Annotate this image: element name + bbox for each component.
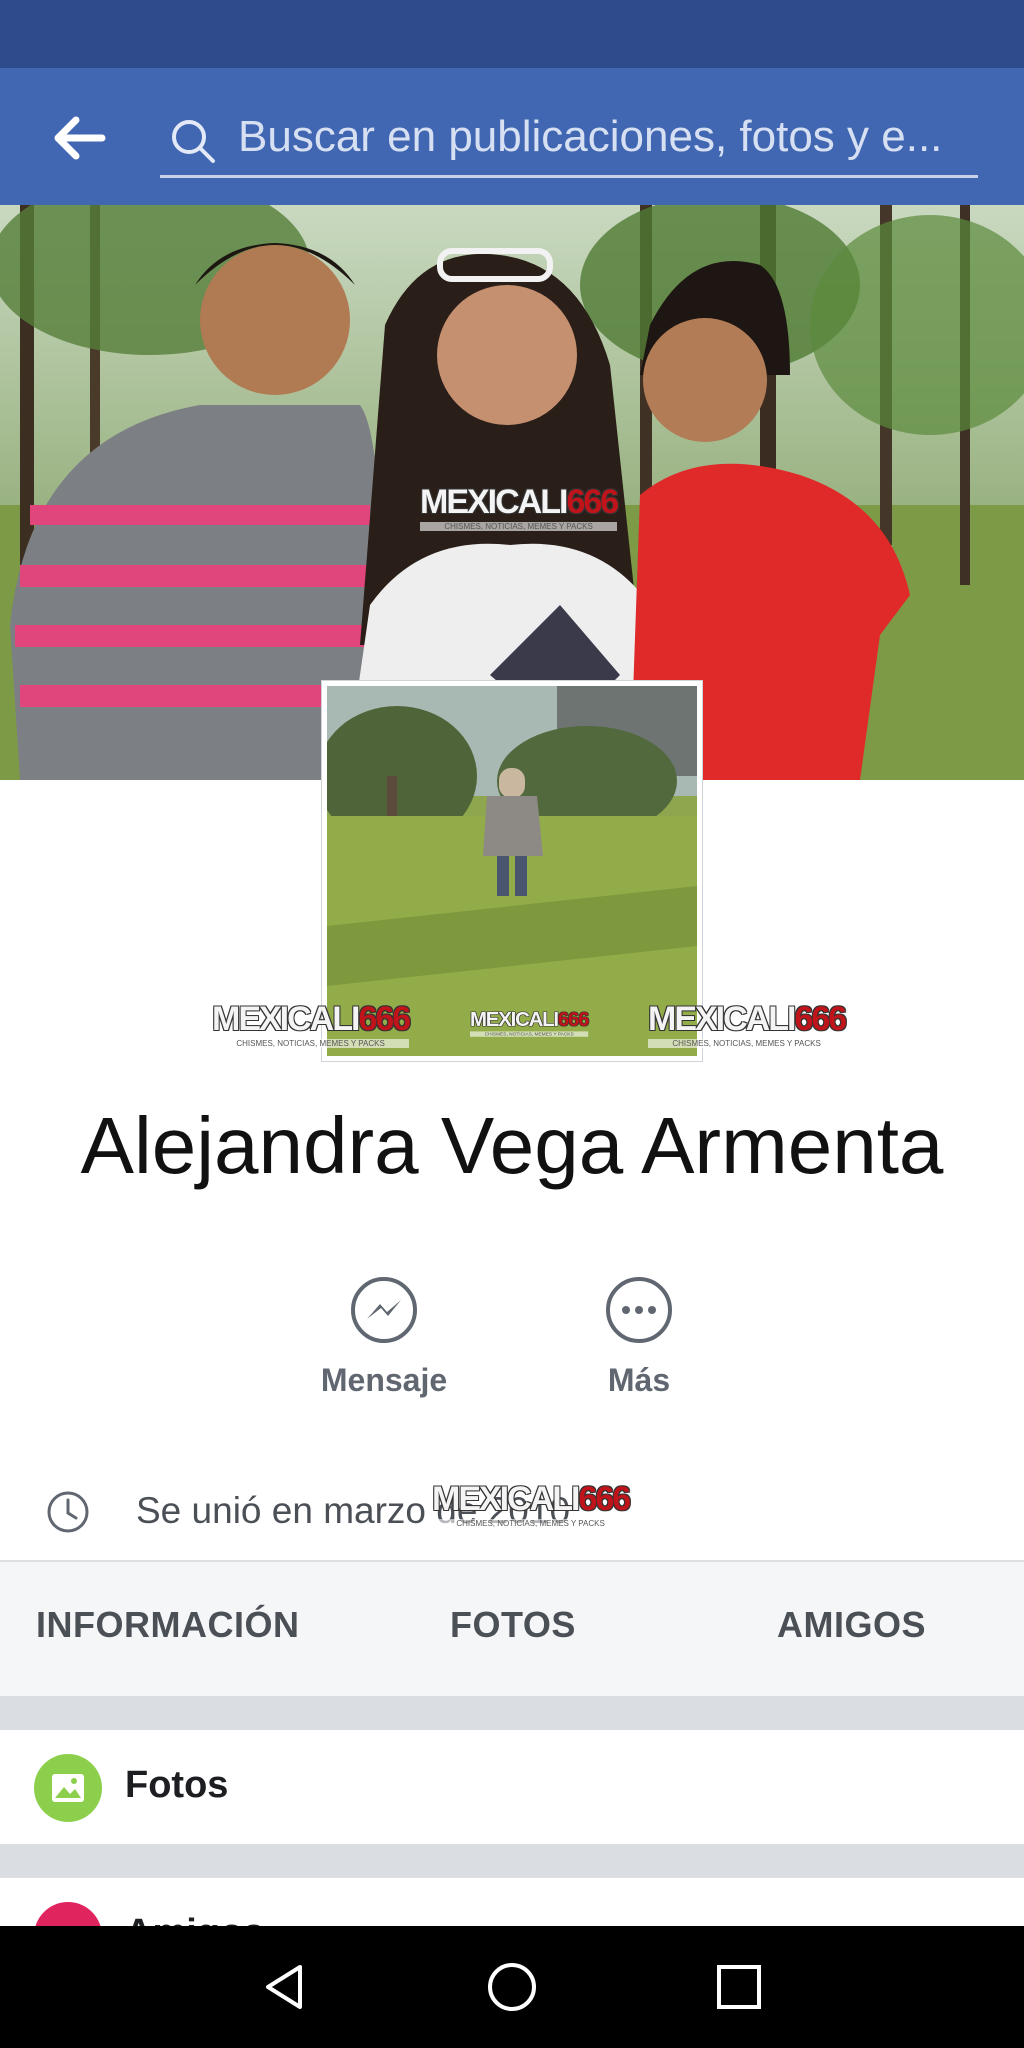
nav-home-icon	[488, 1963, 536, 2011]
back-button[interactable]	[40, 98, 120, 178]
watermark-number: 666	[358, 1000, 411, 1038]
search-bar[interactable]	[160, 98, 978, 178]
more-label: Más	[607, 1362, 671, 1398]
joined-info: Se unió en marzo de 2010 MEXICALI666 CHI…	[0, 1480, 1024, 1560]
messenger-icon	[351, 1277, 417, 1343]
nav-back-icon	[266, 1965, 302, 2009]
nav-back-button[interactable]	[250, 1952, 320, 2022]
section-divider	[0, 1844, 1024, 1878]
profile-tabs: INFORMACIÓN FOTOS AMIGOS	[0, 1560, 1024, 1696]
watermark-brand: MEXICALI	[212, 1000, 360, 1038]
watermark-brand: MEXICALI	[432, 1480, 580, 1518]
watermark-number: 666	[794, 1000, 847, 1038]
profile-name: Alejandra Vega Armenta	[80, 1101, 944, 1190]
more-button[interactable]: Más	[564, 1275, 714, 1399]
photos-icon	[34, 1754, 102, 1822]
watermark-number: 666	[566, 483, 619, 521]
friends-icon	[34, 1902, 102, 1928]
watermark-brand: MEXICALI	[470, 1008, 559, 1031]
clock-icon	[47, 1491, 89, 1533]
nav-recents-button[interactable]	[704, 1952, 774, 2022]
message-label: Mensaje	[320, 1362, 448, 1398]
section-divider	[0, 1696, 1024, 1730]
watermark-logo: MEXICALI666 CHISMES, NOTICIAS, MEMES Y P…	[420, 483, 619, 531]
watermark-tagline: CHISMES, NOTICIAS, MEMES Y PACKS	[432, 1519, 630, 1528]
tab-informacion[interactable]: INFORMACIÓN	[36, 1604, 299, 1646]
tab-amigos[interactable]: AMIGOS	[777, 1604, 926, 1646]
nav-recents-icon	[717, 1965, 761, 2009]
watermark-tagline: CHISMES, NOTICIAS, MEMES Y PACKS	[648, 1039, 846, 1048]
android-nav-bar	[0, 1926, 1024, 2048]
search-icon	[172, 120, 215, 163]
watermark-logo-4: MEXICALI666 CHISMES, NOTICIAS, MEMES Y P…	[648, 1000, 847, 1048]
watermark-brand: MEXICALI	[420, 483, 568, 521]
watermark-logo-5: MEXICALI666 CHISMES, NOTICIAS, MEMES Y P…	[432, 1480, 631, 1528]
photos-section[interactable]: Fotos	[0, 1730, 1024, 1844]
app-bar	[0, 68, 1024, 205]
watermark-number: 666	[578, 1480, 631, 1518]
friends-section[interactable]: Amigos	[0, 1878, 1024, 1928]
watermark-logo-2: MEXICALI666 CHISMES, NOTICIAS, MEMES Y P…	[212, 1000, 411, 1048]
more-icon	[606, 1277, 672, 1343]
status-bar	[0, 0, 1024, 68]
watermark-logo-3: MEXICALI666 CHISMES, NOTICIAS, MEMES Y P…	[470, 1008, 590, 1037]
watermark-tagline: CHISMES, NOTICIAS, MEMES Y PACKS	[420, 522, 618, 531]
back-arrow-icon	[54, 116, 106, 160]
watermark-brand: MEXICALI	[648, 1000, 796, 1038]
watermark-number: 666	[557, 1008, 590, 1031]
nav-home-button[interactable]	[477, 1952, 547, 2022]
search-input[interactable]	[238, 108, 968, 166]
photos-label: Fotos	[125, 1764, 229, 1806]
message-button[interactable]: Mensaje	[309, 1275, 459, 1399]
watermark-tagline: CHISMES, NOTICIAS, MEMES Y PACKS	[470, 1031, 589, 1037]
watermark-tagline: CHISMES, NOTICIAS, MEMES Y PACKS	[212, 1039, 410, 1048]
tab-fotos[interactable]: FOTOS	[450, 1604, 576, 1646]
